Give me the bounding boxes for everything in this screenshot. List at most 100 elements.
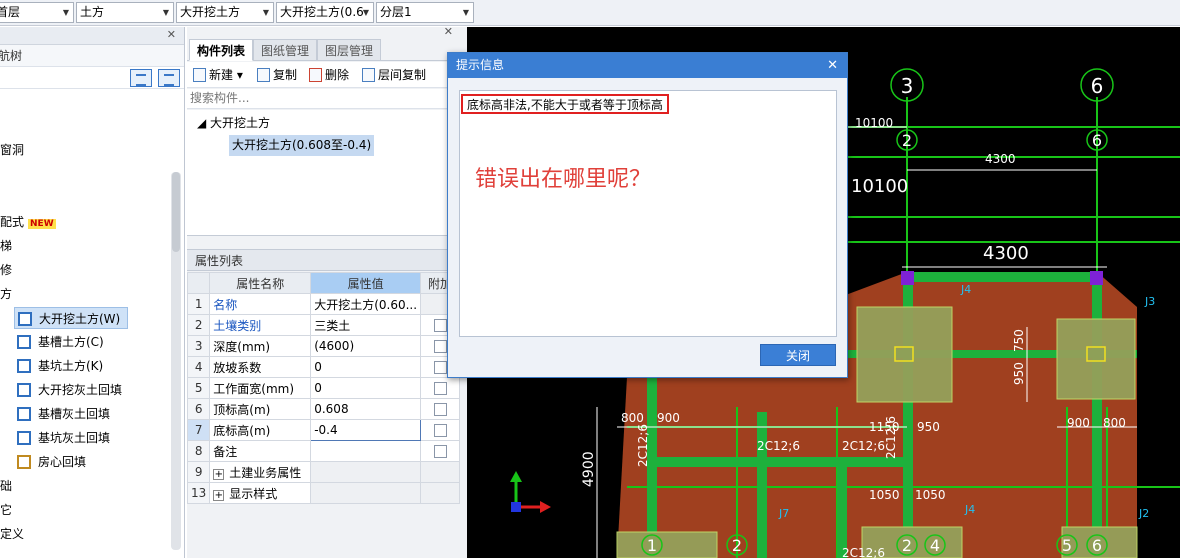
property-title-text: 属性列表: [195, 254, 244, 268]
checkbox[interactable]: [433, 445, 447, 458]
tab-component-list[interactable]: 构件列表: [189, 39, 253, 61]
tab-label: 图层管理: [324, 44, 373, 58]
sub-item-label: 大开挖土方(W): [39, 312, 121, 326]
panel-tools: [0, 67, 184, 89]
tree-root[interactable]: ◢ 大开挖土方: [197, 113, 270, 133]
checkbox[interactable]: [433, 340, 447, 353]
scrollbar[interactable]: [171, 172, 181, 550]
row-num: 8: [186, 440, 211, 462]
tree-item-label: 楼梯: [0, 239, 13, 253]
sub-item-pit[interactable]: 基坑土方(K): [14, 355, 103, 377]
rebar-label: 2C12;6: [757, 439, 800, 453]
close-icon[interactable]: ✕: [167, 28, 176, 41]
checkbox[interactable]: [433, 382, 447, 395]
row-num: 13: [186, 482, 211, 504]
table-row[interactable]: 5 工作面宽(mm) 0: [186, 377, 460, 399]
prop-value[interactable]: [310, 440, 422, 462]
prop-value-editing[interactable]: -0.4: [310, 419, 422, 441]
tab-drawing-management[interactable]: 图纸管理: [253, 39, 317, 61]
chevron-down-icon: ▼: [162, 8, 169, 17]
extra-cell: [420, 440, 460, 462]
close-icon[interactable]: ✕: [827, 53, 838, 78]
floor-select[interactable]: 首层 ▼: [0, 2, 74, 23]
panel-title-text: 导航树: [0, 49, 23, 63]
list-view-icon[interactable]: [130, 69, 152, 87]
prop-value[interactable]: 大开挖土方(0.60...: [310, 293, 422, 315]
sub-item-label: 基坑土方(K): [38, 359, 104, 373]
prop-name-group[interactable]: + 显示样式: [209, 482, 312, 504]
dim-label: 750: [1012, 329, 1026, 352]
extra-cell: [420, 482, 460, 504]
table-row[interactable]: 9 + 土建业务属性: [186, 461, 460, 483]
prop-value[interactable]: (4600): [310, 335, 422, 357]
table-row[interactable]: 6 顶标高(m) 0.608: [186, 398, 460, 420]
prop-value[interactable]: 三类土: [310, 314, 422, 336]
backfill-icon: [17, 407, 31, 421]
new-badge: NEW: [28, 219, 56, 229]
sub-item-trench[interactable]: 基槽土方(C): [14, 331, 104, 353]
tree-child-label: 大开挖土方(0.608至-0.4): [232, 138, 372, 152]
sub-item-label: 大开挖灰土回填: [38, 383, 123, 397]
tree-item-custom[interactable]: 自定义: [0, 523, 24, 545]
close-button[interactable]: 关闭: [760, 344, 836, 366]
prop-value[interactable]: 0: [310, 356, 422, 378]
rebar-label: 2C12;6: [842, 546, 885, 558]
sub-item-trench-backfill[interactable]: 基槽灰土回填: [14, 403, 110, 425]
prop-value[interactable]: 0: [310, 377, 422, 399]
dialog-title: 提示信息: [456, 58, 505, 72]
tree-item-opening[interactable]: 门窗洞: [0, 139, 24, 161]
layer-copy-button[interactable]: 层间复制: [362, 66, 426, 84]
prop-value[interactable]: 0.608: [310, 398, 422, 420]
checkbox[interactable]: [433, 424, 447, 437]
table-row[interactable]: 2 土壤类别 三类土: [186, 314, 460, 336]
tree-item-finish[interactable]: 装修: [0, 259, 12, 281]
navigation-tree-panel: ✕ 导航树 柱 墙 门窗洞 梁 板 装配式NEW 楼梯 装修 土方 大开挖土方(…: [0, 27, 185, 558]
sub-item-label: 基槽灰土回填: [38, 407, 111, 421]
sub-item-label: 房心回填: [38, 455, 87, 469]
table-row[interactable]: 13 + 显示样式: [186, 482, 460, 504]
backfill-icon: [17, 383, 31, 397]
expand-icon[interactable]: +: [213, 489, 225, 501]
checkbox[interactable]: [433, 319, 447, 332]
tree-item-earthwork[interactable]: 土方: [0, 283, 12, 305]
layer-select[interactable]: 分层1 ▼: [376, 2, 474, 23]
copy-button[interactable]: 复制: [257, 66, 297, 84]
sub-item-room-backfill[interactable]: 房心回填: [14, 451, 86, 473]
delete-button[interactable]: 删除: [309, 66, 349, 84]
table-row[interactable]: 3 深度(mm) (4600): [186, 335, 460, 357]
sub-item-open-excavation[interactable]: 大开挖土方(W): [14, 307, 128, 329]
table-row[interactable]: 4 放坡系数 0: [186, 356, 460, 378]
scrollbar-thumb[interactable]: [172, 172, 180, 252]
tree-item-other[interactable]: 其它: [0, 499, 12, 521]
dim-label: 950: [917, 420, 940, 434]
close-icon[interactable]: ✕: [444, 25, 453, 38]
category-select[interactable]: 土方 ▼: [76, 2, 174, 23]
footing-tag: J3: [1144, 295, 1155, 308]
checkbox[interactable]: [433, 403, 447, 416]
tree-item-foundation[interactable]: 基础: [0, 475, 12, 497]
sub-item-open-backfill[interactable]: 大开挖灰土回填: [14, 379, 122, 401]
tree-child-selected[interactable]: 大开挖土方(0.608至-0.4): [229, 135, 375, 156]
search-input[interactable]: 搜索构件...: [187, 89, 467, 109]
grid-view-icon[interactable]: [158, 69, 180, 87]
sub-item-pit-backfill[interactable]: 基坑灰土回填: [14, 427, 110, 449]
tree-item-prefab[interactable]: 装配式NEW: [0, 211, 56, 233]
table-header: 属性名称 属性值 附加: [186, 272, 460, 294]
tree-item-stair[interactable]: 楼梯: [0, 235, 12, 257]
component-select[interactable]: 大开挖土方(0.6 ▼: [276, 2, 374, 23]
component-type-select[interactable]: 大开挖土方 ▼: [176, 2, 274, 23]
tab-layer-management[interactable]: 图层管理: [317, 39, 381, 61]
expand-icon[interactable]: +: [213, 468, 225, 480]
prop-name-group[interactable]: + 土建业务属性: [209, 461, 312, 483]
table-row[interactable]: 8 备注: [186, 440, 460, 462]
sub-item-label: 基坑灰土回填: [38, 431, 111, 445]
checkbox[interactable]: [433, 361, 447, 374]
table-row[interactable]: 7 底标高(m) -0.4: [186, 419, 460, 441]
ucs-icon: [510, 471, 551, 513]
message-dialog: 提示信息 ✕ 底标高非法,不能大于或者等于顶标高 错误出在哪里呢？ 关闭: [447, 52, 848, 378]
chevron-down-icon: ▼: [62, 8, 69, 17]
table-row[interactable]: 1 名称 大开挖土方(0.60...: [186, 293, 460, 315]
footing-tag: J2: [1138, 507, 1149, 520]
axis-label: 6: [1092, 131, 1102, 150]
new-button[interactable]: 新建 ▾: [193, 66, 243, 84]
